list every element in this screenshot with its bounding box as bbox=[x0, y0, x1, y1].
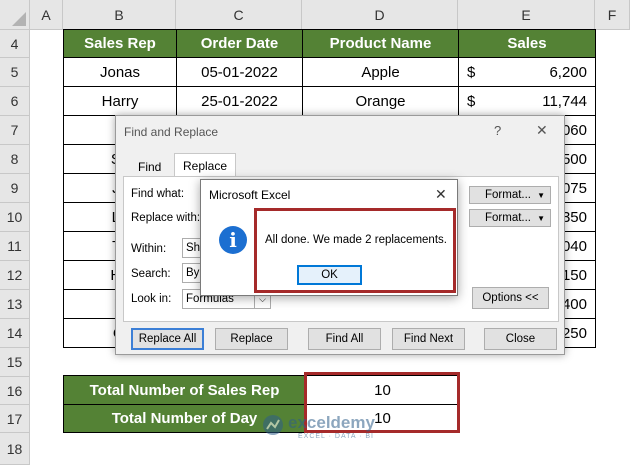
corner-triangle-icon bbox=[12, 12, 26, 26]
row-header-13[interactable]: 13 bbox=[0, 290, 30, 319]
look-in-label: Look in: bbox=[131, 293, 172, 305]
cell-date[interactable]: 25-01-2022 bbox=[177, 87, 303, 116]
currency-symbol: $ bbox=[467, 92, 476, 110]
row-header-9[interactable]: 9 bbox=[0, 174, 30, 203]
sales-value: 6,200 bbox=[549, 63, 587, 81]
watermark-name: exceldemy bbox=[288, 413, 375, 432]
dropdown-arrow-icon: ▼ bbox=[537, 213, 545, 223]
header-sales-rep[interactable]: Sales Rep bbox=[64, 30, 177, 58]
row-header-17[interactable]: 17 bbox=[0, 405, 30, 433]
tab-find[interactable]: Find bbox=[138, 160, 161, 174]
close-button[interactable]: Close bbox=[484, 328, 557, 350]
cell-sales[interactable]: $ 6,200 bbox=[459, 58, 596, 87]
replace-with-label: Replace with: bbox=[131, 212, 201, 224]
row-header-5[interactable]: 5 bbox=[0, 58, 30, 87]
row-header-10[interactable]: 10 bbox=[0, 203, 30, 232]
highlight-box-message bbox=[254, 208, 456, 293]
find-all-button[interactable]: Find All bbox=[308, 328, 381, 350]
row-header-16[interactable]: 16 bbox=[0, 377, 30, 405]
watermark: exceldemy EXCEL · DATA · BI bbox=[262, 405, 432, 445]
currency-symbol: $ bbox=[467, 63, 476, 81]
row-header-11[interactable]: 11 bbox=[0, 232, 30, 261]
row-header-7[interactable]: 7 bbox=[0, 116, 30, 145]
search-label: Search: bbox=[131, 268, 171, 280]
row-header-14[interactable]: 14 bbox=[0, 319, 30, 348]
message-box-title: Microsoft Excel bbox=[209, 188, 291, 202]
column-header-b[interactable]: B bbox=[63, 0, 176, 30]
row-header-18[interactable]: 18 bbox=[0, 433, 30, 465]
watermark-tagline: EXCEL · DATA · BI bbox=[298, 433, 374, 440]
replace-button[interactable]: Replace bbox=[215, 328, 288, 350]
column-header-d[interactable]: D bbox=[302, 0, 458, 30]
column-header-e[interactable]: E bbox=[458, 0, 595, 30]
format-button-replace[interactable]: Format... ▼ bbox=[469, 209, 551, 227]
info-icon: i bbox=[219, 226, 247, 254]
options-button[interactable]: Options << bbox=[472, 287, 549, 309]
row-header-12[interactable]: 12 bbox=[0, 261, 30, 290]
format-button-find[interactable]: Format... ▼ bbox=[469, 186, 551, 204]
tab-replace[interactable]: Replace bbox=[174, 153, 236, 177]
header-sales[interactable]: Sales bbox=[459, 30, 596, 58]
cell-product[interactable]: Apple bbox=[303, 58, 459, 87]
excel-screenshot: A B C D E F 4 5 6 7 8 9 10 11 12 13 14 1… bbox=[0, 0, 630, 465]
format-label: Format... bbox=[485, 189, 532, 201]
row-header-8[interactable]: 8 bbox=[0, 145, 30, 174]
exceldemy-logo-icon bbox=[263, 415, 283, 435]
row-header-15[interactable]: 15 bbox=[0, 348, 30, 377]
find-replace-title: Find and Replace bbox=[124, 125, 219, 139]
cell-sales[interactable]: $ 11,744 bbox=[459, 87, 596, 116]
close-icon[interactable]: ✕ bbox=[435, 186, 447, 203]
find-what-label: Find what: bbox=[131, 188, 185, 200]
row-header-4[interactable]: 4 bbox=[0, 30, 30, 58]
column-header-f[interactable]: F bbox=[595, 0, 630, 30]
cell-rep[interactable]: Harry bbox=[64, 87, 177, 116]
cell-date[interactable]: 05-01-2022 bbox=[177, 58, 303, 87]
message-box-titlebar: Microsoft Excel ✕ bbox=[201, 180, 457, 210]
column-header-c[interactable]: C bbox=[176, 0, 302, 30]
column-header-a[interactable]: A bbox=[30, 0, 63, 30]
row-header-6[interactable]: 6 bbox=[0, 87, 30, 116]
sales-value: 11,744 bbox=[542, 92, 587, 110]
cell-product[interactable]: Orange bbox=[303, 87, 459, 116]
close-icon[interactable]: ✕ bbox=[536, 122, 548, 139]
find-next-button[interactable]: Find Next bbox=[392, 328, 465, 350]
select-all-corner[interactable] bbox=[0, 0, 30, 30]
replace-all-button[interactable]: Replace All bbox=[131, 328, 204, 350]
cell-rep[interactable]: Jonas bbox=[64, 58, 177, 87]
within-label: Within: bbox=[131, 243, 167, 255]
format-label: Format... bbox=[485, 212, 532, 224]
help-button[interactable]: ? bbox=[494, 123, 501, 138]
summary-label-sales-rep[interactable]: Total Number of Sales Rep bbox=[64, 376, 306, 405]
header-order-date[interactable]: Order Date bbox=[177, 30, 303, 58]
dropdown-arrow-icon: ▼ bbox=[537, 190, 545, 200]
header-product-name[interactable]: Product Name bbox=[303, 30, 459, 58]
